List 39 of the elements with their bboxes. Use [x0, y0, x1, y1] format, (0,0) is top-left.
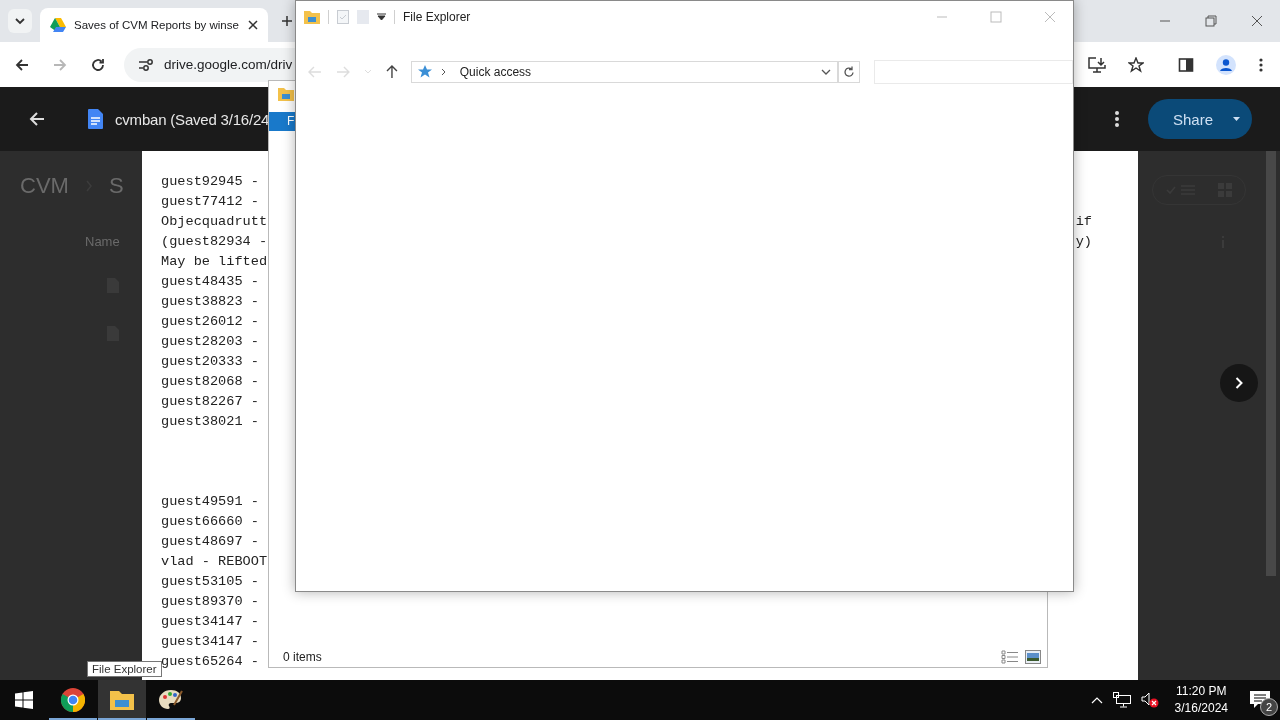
address-bar[interactable]: drive.google.com/driv: [124, 47, 296, 82]
document-line-end: if: [1075, 213, 1092, 229]
document-line: guest38823 -: [161, 293, 259, 309]
tab-title: Saves of CVM Reports by winse: [74, 19, 240, 31]
document-line-end: y): [1075, 233, 1092, 249]
document-line: guest38021 -: [161, 413, 259, 429]
tooltip: File Explorer: [87, 661, 162, 677]
document-line: guest66660 -: [161, 513, 259, 529]
document-line: May be lifted: [161, 253, 268, 269]
document-line: guest28203 -: [161, 333, 259, 349]
clock-date[interactable]: 3/16/2024: [1174, 700, 1228, 717]
document-line: guest92945 -: [161, 173, 259, 189]
item-count: 0 items: [283, 650, 322, 664]
document-line: guest53105 -: [161, 573, 259, 589]
document-line: guest48697 -: [161, 533, 259, 549]
document-line: guest82068 -: [161, 373, 259, 389]
document-line: guest34147 -: [161, 633, 259, 649]
document-line: guest65264 -: [161, 653, 259, 669]
document-line: guest49591 -: [161, 493, 259, 509]
browser-tab[interactable]: Saves of CVM Reports by winse: [40, 8, 268, 42]
document-line: guest26012 -: [161, 313, 259, 329]
document-line: guest77412 -: [161, 193, 259, 209]
column-header: Name: [85, 234, 120, 249]
share-button[interactable]: Share: [1148, 99, 1252, 139]
document-line: guest20333 -: [161, 353, 259, 369]
document-line: guest48435 -: [161, 273, 259, 289]
address-bar[interactable]: Quick access: [410, 61, 839, 83]
document-title: cvmban (Saved 3/16/24: [115, 110, 270, 128]
document-line: vlad - REBOOT: [161, 553, 268, 569]
notification-center-button[interactable]: 2: [1240, 680, 1280, 720]
document-line: guest82267 -: [161, 393, 259, 409]
document-line: (guest82934 -: [161, 233, 268, 249]
document-line: Objecquadrutt: [161, 213, 268, 229]
notification-count: 2: [1260, 698, 1278, 716]
clock-time[interactable]: 11:20 PM: [1176, 683, 1227, 700]
window-title: File Explorer: [403, 9, 471, 24]
ribbon-tab[interactable]: F: [269, 112, 296, 131]
document-line: guest34147 -: [161, 613, 259, 629]
document-line: guest89370 -: [161, 593, 259, 609]
